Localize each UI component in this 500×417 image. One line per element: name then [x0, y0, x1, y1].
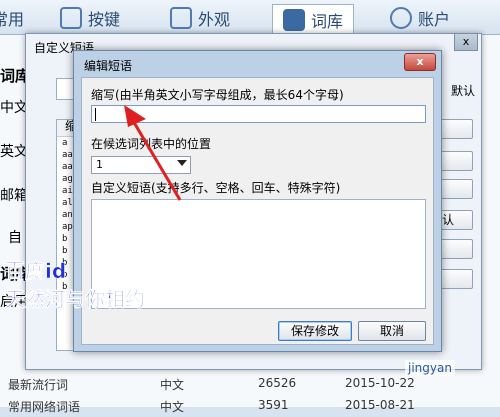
option-label: 邮箱	[0, 188, 28, 204]
dict-date: 2015-10-22	[345, 376, 415, 390]
red-arrow-annotation	[124, 105, 182, 201]
tab-account-label: 账户	[418, 10, 451, 29]
side-button[interactable]	[439, 119, 473, 139]
tab-common[interactable]: 常用	[0, 4, 24, 32]
tab-appearance[interactable]: 外观	[170, 4, 230, 32]
tab-keys-label: 按键	[88, 10, 121, 29]
book-icon	[283, 9, 305, 31]
save-button[interactable]: 保存修改	[278, 321, 352, 341]
table-row[interactable]: 最新流行词 中文 26526 2015-10-22	[0, 373, 500, 395]
keyboard-icon	[60, 7, 82, 29]
text-caret	[95, 108, 96, 121]
watermark-line1: 百度id	[5, 259, 67, 284]
shirt-icon	[170, 7, 192, 29]
dict-name: 最新流行词	[8, 378, 69, 392]
option-label: 自	[8, 230, 22, 246]
tab-common-label: 常用	[0, 10, 25, 29]
position-value: 1	[96, 158, 103, 171]
close-button[interactable]: x	[454, 33, 478, 51]
side-button[interactable]	[439, 239, 473, 259]
user-icon	[390, 7, 412, 29]
side-button[interactable]: 认	[439, 210, 473, 230]
option-label: 中文	[0, 100, 28, 116]
dict-count: 3591	[258, 398, 289, 412]
default-label: 默认	[451, 84, 476, 98]
table-row[interactable]: 常用网络词语 中文 3591 2015-08-21	[0, 395, 500, 417]
tab-keys[interactable]: 按键	[60, 4, 120, 32]
tab-dictionary-label: 词库	[311, 12, 344, 31]
tab-account[interactable]: 账户	[390, 4, 450, 32]
tab-dictionary[interactable]: 词库	[272, 4, 355, 35]
side-button[interactable]	[439, 179, 473, 199]
settings-tabbar: 常用 按键 外观 词库 账户	[0, 0, 500, 35]
side-button[interactable]	[439, 151, 473, 171]
abbr-label: 缩写(由半角英文小写字母组成，最长64个字母)	[91, 88, 344, 102]
dict-date: 2015-08-21	[345, 398, 415, 412]
cancel-button[interactable]: 取消	[358, 321, 426, 341]
close-button[interactable]: x	[404, 53, 436, 71]
side-button[interactable]	[439, 269, 473, 289]
tab-appearance-label: 外观	[198, 10, 231, 29]
option-label: 英文	[0, 144, 28, 160]
watermark-line2: 天然河与你相约	[5, 287, 146, 312]
site-logo: jingyan	[405, 360, 455, 376]
dict-count: 26526	[258, 376, 297, 390]
dict-lang: 中文	[160, 378, 185, 392]
edit-phrase-title: 编辑短语	[84, 59, 133, 73]
